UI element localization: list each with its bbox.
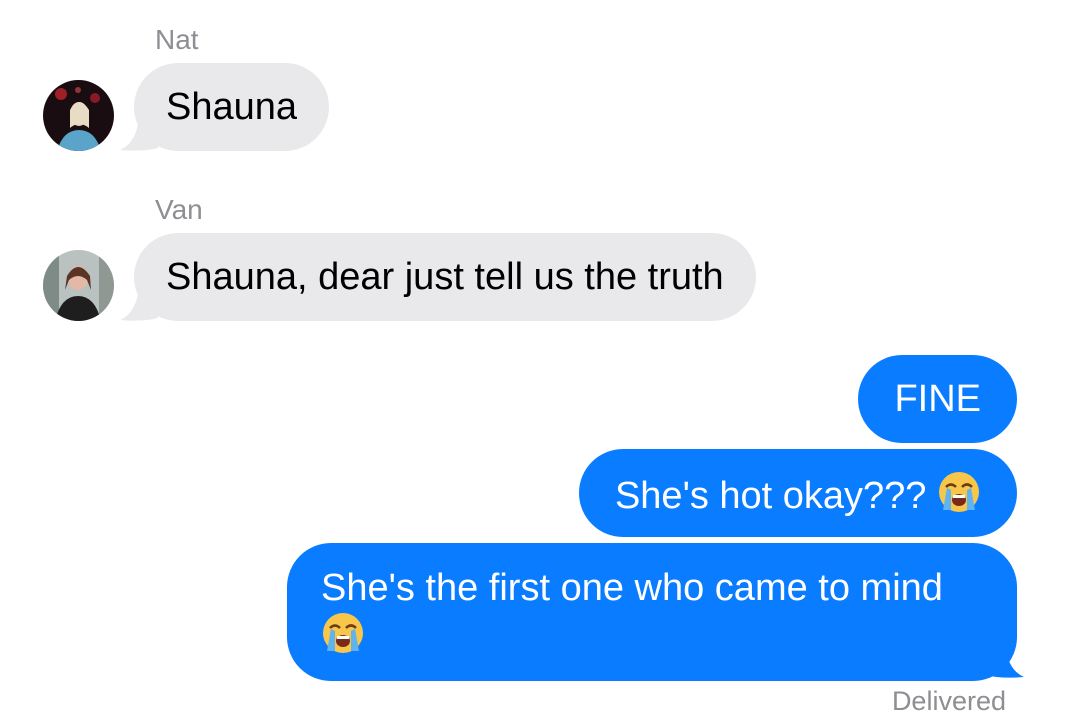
message-text: FINE xyxy=(894,378,981,420)
message-bubble-outgoing[interactable]: She's the first one who came to mind xyxy=(287,543,1017,681)
message-text: Shauna, dear just tell us the truth xyxy=(166,256,724,298)
delivered-status: Delivered xyxy=(891,686,1006,711)
avatar-nat[interactable] xyxy=(43,80,114,151)
loudly-crying-face-emoji xyxy=(939,472,979,512)
message-bubble-van[interactable]: Shauna, dear just tell us the truth xyxy=(134,233,756,321)
message-thread: Nat Shauna Van Shauna, dear just tell us… xyxy=(0,0,1080,711)
message-text: She's hot okay??? xyxy=(614,475,927,517)
loudly-crying-face-emoji xyxy=(323,613,363,653)
avatar-van-image xyxy=(43,250,114,321)
sender-name-van: Van xyxy=(155,194,203,225)
message-text: She's the first one who came to mind xyxy=(321,567,943,609)
sender-name-nat: Nat xyxy=(155,24,199,55)
message-bubble-nat[interactable]: Shauna xyxy=(134,63,330,151)
message-text: Shauna xyxy=(166,86,298,128)
avatar-nat-image xyxy=(43,80,114,151)
message-bubble-outgoing[interactable]: She's hot okay??? xyxy=(578,449,1017,537)
bubble-tail-outgoing xyxy=(986,651,1024,678)
avatar-van[interactable] xyxy=(43,250,114,321)
message-bubble-outgoing[interactable]: FINE xyxy=(858,355,1017,443)
